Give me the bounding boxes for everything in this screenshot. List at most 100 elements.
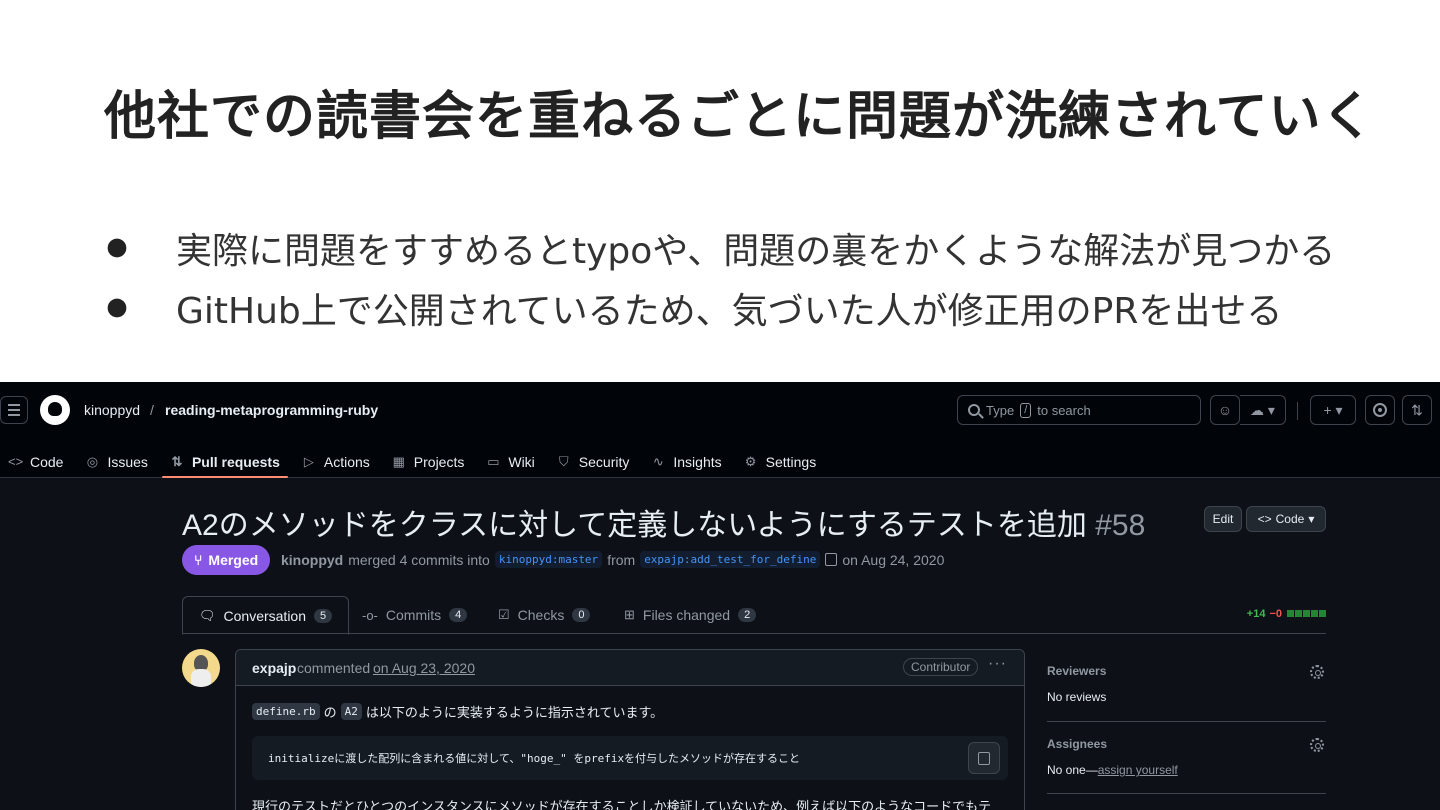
copy-icon[interactable] (825, 553, 838, 566)
tab-actions[interactable]: ▷ Actions (294, 440, 378, 478)
comment-line: define.rb の A2 は以下のように実装するように指示されています。 (252, 702, 663, 721)
reviewers-section: Reviewers No reviews (1047, 652, 1326, 722)
breadcrumb-owner[interactable]: kinoppyd (84, 402, 140, 418)
tab-label: Code (30, 453, 64, 470)
comment-text: は以下のように実装するように指示されています。 (365, 705, 664, 720)
head-branch[interactable]: expajp:add_test_for_define (640, 551, 821, 568)
merge-icon: ⑂ (194, 552, 203, 568)
tab-security[interactable]: ⛉ Security (549, 440, 638, 478)
tab-label: Actions (323, 453, 370, 470)
pr-author-link[interactable]: kinoppyd (281, 552, 343, 568)
tab-label: Files changed (642, 607, 731, 623)
tab-settings[interactable]: ⚙ Settings (736, 440, 825, 478)
menu-icon[interactable] (0, 396, 28, 424)
from-text: from (607, 551, 636, 568)
tab-label: Settings (765, 453, 817, 470)
copilot-icon: ☺ (1217, 402, 1233, 418)
gear-icon[interactable] (1310, 665, 1324, 679)
tab-projects[interactable]: ▦ Projects (384, 440, 473, 478)
diff-additions: +14 (1246, 608, 1266, 620)
pr-number: #58 (1095, 509, 1146, 542)
bullet-dot-icon (107, 298, 127, 318)
gear-icon[interactable] (1310, 738, 1324, 752)
tab-issues[interactable]: ◎ Issues (77, 440, 155, 478)
comment-text: の (323, 705, 337, 720)
pr-tabs: 🗨 Conversation 5 -o- Commits 4 ☑ Checks … (182, 596, 1326, 635)
pull-request-icon: ⇅ (1411, 401, 1423, 418)
tab-pull-requests[interactable]: ⇅ Pull requests (161, 440, 288, 478)
search-icon (968, 404, 980, 416)
copy-button[interactable] (968, 742, 1000, 774)
code-block: initializeに渡した配列に含まれる値に対して、"hoge_" をpref… (252, 736, 1008, 780)
tab-code[interactable]: <> Code (0, 440, 71, 478)
tab-commits[interactable]: -o- Commits 4 (346, 596, 483, 634)
tab-wiki[interactable]: ▭ Wiki (478, 440, 542, 478)
assignees-section: Assignees No one—assign yourself (1047, 722, 1326, 794)
assign-yourself-link[interactable]: assign yourself (1098, 763, 1178, 777)
your-issues-button[interactable] (1365, 395, 1395, 425)
code-dropdown-button[interactable]: <> Code ▾ (1246, 506, 1326, 532)
commit-icon: -o- (362, 607, 378, 623)
avatar[interactable] (182, 649, 220, 687)
book-icon: ▭ (487, 453, 500, 469)
tab-label: Commits (385, 607, 442, 623)
repo-header: kinoppyd / reading-metaprogramming-ruby … (0, 382, 1440, 478)
breadcrumb-separator: / (150, 402, 154, 418)
table-icon: ▦ (392, 453, 405, 469)
pr-meta: kinoppyd merged 4 commits into kinoppyd:… (281, 551, 944, 568)
tab-label: Checks (517, 607, 565, 623)
base-branch[interactable]: kinoppyd:master (494, 551, 603, 568)
comment-header: expajp commented on Aug 23, 2020 Contrib… (236, 650, 1024, 686)
slide-title: 他社での読書会を重ねるごとに問題が洗練されていく (104, 87, 1375, 147)
gear-icon: ⚙ (744, 453, 757, 469)
tab-label: Wiki (508, 453, 535, 470)
tab-insights[interactable]: ∿ Insights (643, 440, 729, 478)
reviewers-value: No reviews (1047, 690, 1107, 704)
tab-files-changed[interactable]: ⊞ Files changed 2 (608, 596, 772, 634)
bullet-text: GitHub上で公開されているため、気づいた人が修正用のPRを出せる (176, 291, 1283, 332)
tab-count: 0 (572, 608, 591, 622)
tab-label: Conversation (223, 607, 307, 624)
merged-text: merged 4 commits into (348, 551, 490, 568)
status-label: Merged (208, 552, 259, 568)
copilot-menu-button[interactable]: ☁ ▾ (1240, 395, 1286, 425)
bullet-dot-icon (107, 238, 127, 258)
bullet-list: 実際に問題をすすめるとtypoや、問題の裏をかくような解法が見つかる GitHu… (104, 218, 1404, 338)
bullet-item: GitHub上で公開されているため、気づいた人が修正用のPRを出せる (104, 278, 1404, 338)
diffstat-bar (1286, 608, 1326, 620)
assignees-title[interactable]: Assignees (1047, 737, 1107, 751)
search-placeholder-suffix: to search (1037, 402, 1091, 418)
issue-icon (1373, 403, 1387, 417)
search-shortcut-key: / (1020, 402, 1032, 418)
create-new-button[interactable]: + ▾ (1310, 395, 1356, 425)
comment-author[interactable]: expajp (252, 660, 296, 676)
merged-date: on Aug 24, 2020 (842, 551, 945, 568)
comment-icon: 🗨 (199, 607, 216, 623)
bullet-text: 実際に問題をすすめるとtypoや、問題の裏をかくような解法が見つかる (176, 231, 1336, 272)
tab-label: Projects (413, 453, 465, 470)
plus-icon: + ▾ (1323, 401, 1343, 418)
reviewers-title[interactable]: Reviewers (1047, 664, 1106, 678)
bullet-item: 実際に問題をすすめるとtypoや、問題の裏をかくような解法が見つかる (104, 218, 1404, 278)
copilot-button[interactable]: ☺ (1210, 395, 1240, 425)
github-logo-icon[interactable] (40, 395, 70, 425)
tab-conversation[interactable]: 🗨 Conversation 5 (182, 596, 350, 635)
tab-label: Security (578, 453, 630, 470)
tab-label: Pull requests (191, 453, 280, 470)
assignees-value: No one—assign yourself (1047, 763, 1178, 777)
play-icon: ▷ (303, 453, 314, 469)
tab-checks[interactable]: ☑ Checks 0 (482, 596, 606, 634)
diffstat: +14 −0 (1247, 608, 1326, 620)
tab-label: Issues (107, 453, 148, 470)
header-divider (1297, 402, 1298, 420)
your-pull-requests-button[interactable]: ⇅ (1402, 395, 1432, 425)
contributor-badge: Contributor (903, 658, 979, 676)
tab-count: 5 (314, 608, 333, 623)
breadcrumb-repo[interactable]: reading-metaprogramming-ruby (165, 402, 378, 418)
graph-icon: ∿ (652, 453, 664, 469)
edit-button[interactable]: Edit (1204, 506, 1242, 532)
more-options-icon[interactable]: ··· (988, 655, 1007, 673)
comment-date-link[interactable]: on Aug 23, 2020 (373, 660, 475, 676)
search-input[interactable]: Type / to search (957, 395, 1201, 425)
code-icon: <> (1257, 512, 1272, 526)
